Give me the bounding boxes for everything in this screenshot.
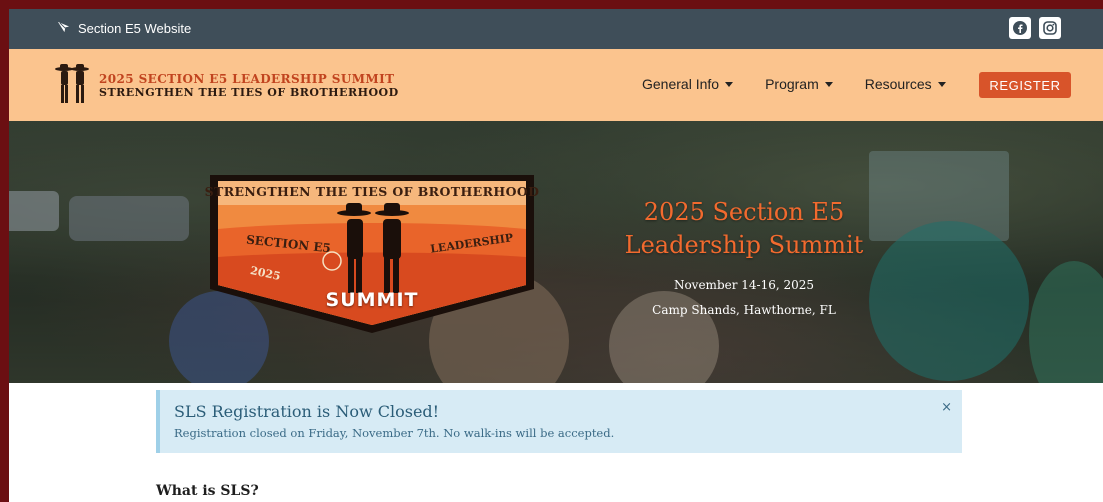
logo-title: 2025 SECTION E5 LEADERSHIP SUMMIT	[99, 71, 395, 86]
summit-badge-logo: STRENGTHEN THE TIES OF BROTHERHOOD SECTI…	[204, 171, 540, 337]
cowboys-silhouette-icon	[53, 61, 93, 109]
facebook-icon[interactable]	[1009, 17, 1031, 39]
page-frame: Section E5 Website 2025 SECTION E5 LEADE…	[9, 9, 1103, 502]
top-utility-bar: Section E5 Website	[9, 9, 1103, 49]
section-website-label: Section E5 Website	[78, 20, 192, 36]
caret-down-icon	[937, 81, 946, 87]
hero-banner: STRENGTHEN THE TIES OF BROTHERHOOD SECTI…	[9, 121, 1103, 383]
nav-item-label: Resources	[864, 76, 932, 92]
caret-down-icon	[725, 81, 734, 87]
nav-item-general-info[interactable]: General Info	[642, 76, 734, 92]
instagram-icon[interactable]	[1039, 17, 1061, 39]
hero-photo-detail	[869, 221, 1029, 381]
main-navbar: 2025 SECTION E5 LEADERSHIP SUMMIT STRENG…	[9, 49, 1103, 121]
caret-down-icon	[824, 81, 833, 87]
event-dates: November 14-16, 2025	[673, 278, 815, 292]
site-logo[interactable]: 2025 SECTION E5 LEADERSHIP SUMMIT STRENG…	[53, 61, 399, 109]
hero-photo-detail	[1029, 261, 1103, 383]
badge-summit-label: SUMMIT	[325, 289, 419, 311]
hero-photo-detail	[9, 191, 59, 231]
what-is-sls-heading: What is SLS?	[156, 483, 259, 499]
hero-photo-detail	[69, 196, 189, 241]
alert-message: Registration closed on Friday, November …	[174, 426, 615, 440]
nav-item-resources[interactable]: Resources	[865, 76, 946, 92]
close-icon[interactable]: ×	[941, 400, 952, 415]
nav-item-label: General Info	[642, 76, 720, 92]
badge-tagline: STRENGTHEN THE TIES OF BROTHERHOOD	[204, 184, 540, 199]
arrowhead-icon	[57, 20, 70, 36]
event-location: Camp Shands, Hawthorne, FL	[652, 303, 836, 317]
registration-alert: SLS Registration is Now Closed! Registra…	[156, 390, 962, 453]
logo-tagline: STRENGTHEN THE TIES OF BROTHERHOOD	[99, 85, 399, 99]
section-website-link[interactable]: Section E5 Website	[57, 20, 191, 36]
register-button[interactable]: REGISTER	[979, 72, 1071, 98]
hero-title: 2025 Section E5 Leadership Summit	[624, 198, 864, 259]
nav-item-program[interactable]: Program	[765, 76, 833, 92]
logo-text: 2025 SECTION E5 LEADERSHIP SUMMIT STRENG…	[99, 73, 399, 98]
nav-item-label: Program	[765, 76, 819, 92]
nav-menu: General Info Program Resources	[642, 76, 978, 92]
alert-title: SLS Registration is Now Closed!	[174, 402, 440, 421]
